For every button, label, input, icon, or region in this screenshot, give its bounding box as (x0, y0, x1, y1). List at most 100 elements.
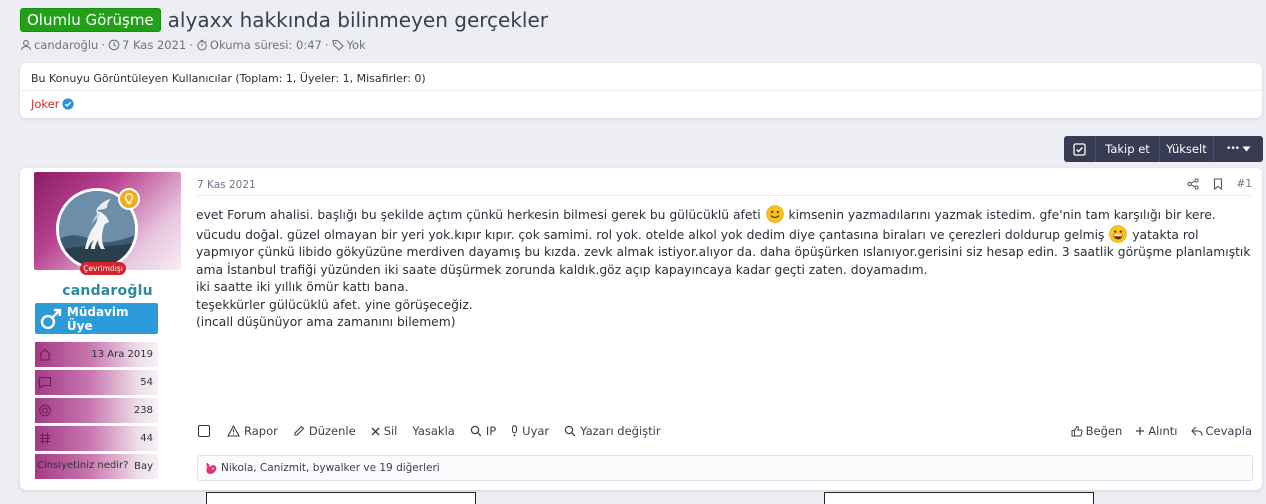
search-icon (564, 425, 576, 437)
more-options-button[interactable]: ••• (1214, 136, 1263, 162)
reply-label: Cevapla (1205, 424, 1253, 438)
reactions-text: Nikola, Canizmit, bywalker ve 19 diğerle… (221, 462, 440, 474)
ip-label: IP (485, 424, 497, 438)
select-thread-button[interactable] (1064, 136, 1096, 162)
meta-date-text: 7 Kas 2021 (121, 38, 187, 52)
viewers-heading: Bu Konuyu Görüntüleyen Kullanıcılar (Top… (31, 72, 426, 85)
quote-button[interactable]: Alıntı (1135, 424, 1178, 438)
delete-button[interactable]: Sil (371, 424, 398, 438)
post-text: yapmıyor çünkü libido gökyüzüne merdiven… (196, 245, 1251, 259)
post-text: (incall düşünüyor ama zamanını bilemem) (196, 315, 456, 329)
delete-label: Sil (383, 424, 398, 438)
divider (20, 90, 1262, 91)
select-post-checkbox[interactable] (198, 425, 210, 437)
clock-icon (108, 39, 120, 51)
messages-value: 54 (140, 377, 153, 388)
thread-toolbar: Takip et Yükselt ••• (1064, 136, 1263, 162)
home-icon (39, 348, 51, 361)
quote-label: Alıntı (1148, 424, 1178, 438)
user-stat-gender: Cinsiyetiniz nedir? Bay (35, 454, 158, 479)
bottom-content-edge (824, 492, 1094, 504)
thread-viewers-block: Bu Konuyu Görüntüleyen Kullanıcılar (Top… (20, 63, 1262, 118)
pencil-icon (294, 425, 305, 436)
post-author-username[interactable]: candaroğlu (34, 283, 181, 299)
trophy-badge[interactable] (118, 188, 140, 210)
grin-emoji-icon (1109, 224, 1128, 243)
warn-button[interactable]: Uyar (511, 424, 549, 438)
post-text: vücudu doğal. güzel olmayan bir yeri yok… (196, 227, 1105, 242)
post-number-link[interactable]: #1 (1237, 178, 1252, 190)
bookmark-icon[interactable] (1213, 178, 1223, 190)
meta-author[interactable]: candaroğlu (20, 38, 98, 52)
post-main: 7 Kas 2021 #1 evet Forum ahalisi. başlığ… (183, 168, 1262, 490)
exclamation-icon (512, 425, 518, 437)
thread-title: alyaxx hakkında bilinmeyen gerçekler (167, 8, 548, 32)
warn-label: Uyar (522, 424, 550, 438)
joined-value: 13 Ara 2019 (91, 349, 153, 360)
meta-date[interactable]: 7 Kas 2021 (108, 38, 186, 52)
plus-icon (1136, 427, 1145, 435)
user-stat-messages: 54 (35, 370, 158, 395)
post-text: teşekkürler gülücüklü afet. yine görüşec… (196, 297, 473, 312)
change-author-label: Yazarı değiştir (580, 424, 661, 438)
post-card: Çevrimdışı candaroğlu Müdavim Üye 13 Ara… (20, 168, 1262, 490)
online-status-badge: Çevrimdışı (80, 262, 126, 275)
reactions-value: 238 (133, 405, 153, 416)
change-author-button[interactable]: Yazarı değiştir (564, 424, 661, 438)
tags-icon (331, 39, 344, 51)
report-label: Rapor (244, 424, 278, 438)
message-icon (38, 376, 52, 389)
playboy-bunny-reaction-icon (206, 462, 217, 474)
ip-button[interactable]: IP (470, 424, 496, 438)
reply-button[interactable]: Cevapla (1190, 424, 1253, 438)
thread-meta: candaroğlu · 7 Kas 2021 · Okuma süresi: … (20, 38, 366, 52)
viewer-user-link[interactable]: Joker (31, 97, 75, 111)
bottom-content-edge (206, 492, 476, 504)
meta-tags-text: Yok (346, 38, 366, 52)
meta-author-name: candaroğlu (34, 38, 99, 52)
user-rank-title: Müdavim Üye (66, 304, 129, 333)
reaction-score-icon (39, 404, 51, 417)
share-icon[interactable] (1186, 178, 1199, 190)
ban-button[interactable]: Yasakla (412, 424, 454, 438)
report-button[interactable]: Rapor (227, 424, 278, 438)
post-message-body: evet Forum ahalisi. başlığı bu şekilde a… (196, 205, 1262, 332)
edit-button[interactable]: Düzenle (293, 424, 356, 438)
post-reply-actions: Beğen Alıntı Cevapla (1058, 424, 1252, 438)
viewer-username: Joker (31, 97, 60, 111)
search-icon (470, 425, 482, 437)
meta-tags: Yok (331, 38, 366, 52)
like-button[interactable]: Beğen (1071, 424, 1122, 438)
meta-separator: · (101, 38, 105, 52)
reply-arrow-icon (1190, 426, 1203, 436)
caret-down-icon (1242, 146, 1251, 152)
trophy-points-icon (40, 433, 50, 444)
stopwatch-icon (197, 39, 207, 51)
checkbox-checked-icon (1073, 142, 1086, 156)
user-stat-reactions: 238 (35, 398, 158, 423)
bump-button[interactable]: Yükselt (1160, 136, 1214, 162)
post-date[interactable]: 7 Kas 2021 (197, 179, 256, 191)
meta-separator: · (189, 38, 193, 52)
follow-button[interactable]: Takip et (1096, 136, 1160, 162)
thread-prefix-badge[interactable]: Olumlu Görüşme (20, 8, 161, 32)
meta-read-time-text: Okuma süresi: 0:47 (209, 38, 322, 52)
close-icon (371, 427, 380, 435)
post-text: ama İstanbul trafiği yüzünden iki saate … (196, 262, 928, 277)
thumbs-up-icon (1071, 425, 1083, 437)
post-text: kimsenin yazmadılarını yazmak istedim. g… (788, 208, 1216, 222)
reactions-bar[interactable]: Nikola, Canizmit, bywalker ve 19 diğerle… (197, 455, 1253, 481)
verified-badge-icon (62, 98, 75, 110)
lightbulb-icon (124, 193, 134, 205)
more-dots: ••• (1226, 144, 1240, 154)
user-stat-points: 44 (35, 426, 158, 451)
gender-label: Cinsiyetiniz nedir? (37, 460, 129, 471)
edit-label: Düzenle (308, 424, 356, 438)
points-value: 44 (140, 433, 153, 444)
divider (195, 195, 1252, 196)
smile-emoji-icon (765, 205, 784, 223)
male-gender-icon (40, 308, 62, 329)
post-text: evet Forum ahalisi. başlığı bu şekilde a… (196, 208, 761, 222)
meta-separator: · (324, 38, 329, 52)
meta-read-time: Okuma süresi: 0:47 (196, 38, 322, 52)
